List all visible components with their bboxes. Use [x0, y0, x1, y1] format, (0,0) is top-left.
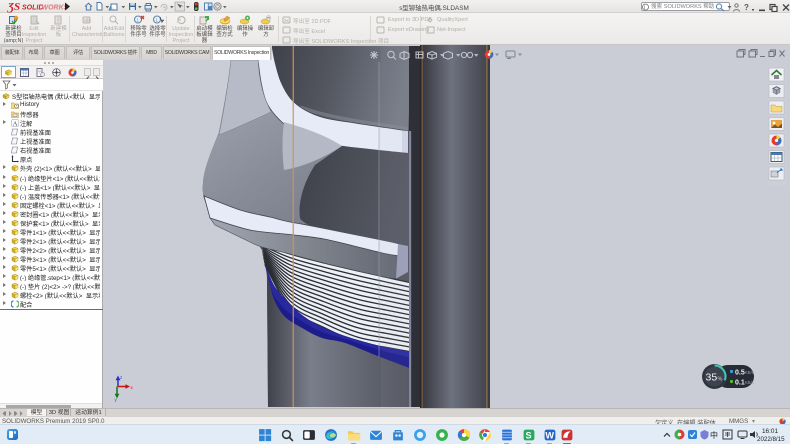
svg-text:0.5: 0.5 [735, 370, 745, 377]
svg-text:ab: ab [84, 18, 90, 24]
svg-text:A: A [13, 120, 18, 127]
svg-text:1: 1 [155, 18, 158, 23]
svg-text:KB/s: KB/s [745, 380, 754, 385]
svg-text:1: 1 [136, 18, 139, 23]
svg-text:0.1: 0.1 [735, 380, 745, 387]
svg-text:35: 35 [706, 372, 718, 384]
svg-text:i: i [644, 5, 645, 11]
svg-text:KB/s: KB/s [745, 370, 754, 375]
svg-text:%: % [718, 377, 723, 383]
svg-text:SOLID: SOLID [22, 5, 43, 12]
svg-text:W: W [545, 431, 554, 441]
svg-text:?: ? [744, 3, 749, 12]
svg-text:S: S [525, 431, 531, 441]
svg-text:WORKS: WORKS [42, 5, 69, 12]
svg-text:ƷS: ƷS [7, 1, 20, 13]
